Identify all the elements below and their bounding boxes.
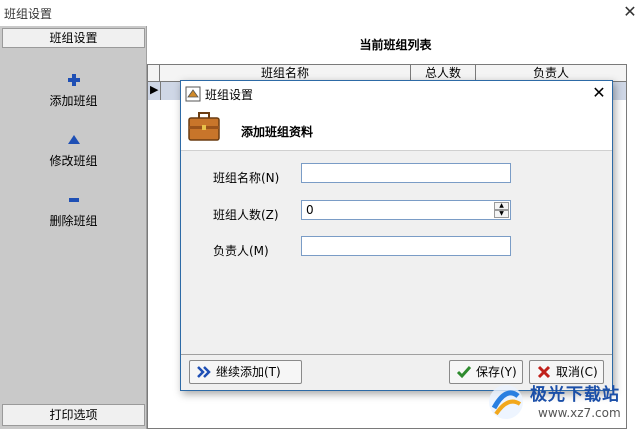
dialog-close-button[interactable]: ✕ [589, 83, 609, 103]
continue-add-label: 继续添加(T) [216, 365, 281, 379]
dialog-header: 添加班组资料 [181, 107, 612, 151]
window-close-button[interactable]: ✕ [620, 2, 640, 22]
dialog-form: 班组名称(N) 班组人数(Z) 0 ▲ ▼ 负责人(M) [181, 151, 612, 355]
group-count-label: 班组人数(Z) [213, 208, 279, 222]
triangle-up-icon [68, 135, 80, 144]
briefcase-icon [188, 112, 220, 141]
group-settings-dialog: 班组设置 ✕ 添加班组资料 班组名称(N) 班组人数(Z) 0 ▲ ▼ 负责人(… [180, 80, 613, 391]
dialog-title-bar: 班组设置 ✕ [181, 81, 612, 107]
grid-corner [148, 65, 160, 82]
group-name-label: 班组名称(N) [213, 171, 280, 185]
delete-group-button[interactable]: 删除班组 [2, 192, 145, 252]
delete-group-label: 删除班组 [49, 214, 98, 228]
row-indicator-icon: ▶ [150, 83, 159, 96]
stepper-down-icon[interactable]: ▼ [494, 210, 509, 218]
double-chevron-right-icon [197, 366, 211, 378]
plus-icon [68, 74, 80, 86]
leader-input[interactable] [301, 236, 511, 256]
group-count-value[interactable]: 0 [306, 203, 314, 217]
continue-add-button[interactable]: 继续添加(T) [189, 360, 302, 384]
watermark-url: www.xz7.com [538, 406, 621, 420]
watermark: 极光下载站 www.xz7.com [480, 376, 644, 429]
add-group-label: 添加班组 [49, 94, 98, 108]
minus-icon [69, 198, 79, 202]
app-icon [185, 86, 201, 102]
edit-group-label: 修改班组 [49, 154, 98, 168]
window-title: 班组设置 [4, 7, 53, 21]
group-count-stepper[interactable]: 0 ▲ ▼ [301, 200, 511, 220]
print-options-button[interactable]: 打印选项 [2, 404, 145, 426]
left-panel-header: 班组设置 [2, 28, 145, 48]
watermark-brand: 极光下载站 [530, 385, 620, 405]
left-panel: 班组设置 添加班组 修改班组 删除班组 打印选项 [0, 26, 147, 429]
window-title-bar: 班组设置 ✕ [0, 0, 644, 26]
edit-group-button[interactable]: 修改班组 [2, 132, 145, 192]
dialog-title: 班组设置 [205, 88, 254, 102]
checkmark-icon [456, 366, 472, 379]
aurora-logo-icon [489, 385, 523, 419]
leader-label: 负责人(M) [213, 244, 269, 258]
add-group-button[interactable]: 添加班组 [2, 72, 145, 132]
dialog-heading: 添加班组资料 [241, 125, 314, 139]
list-title: 当前班组列表 [359, 38, 432, 52]
group-name-input[interactable] [301, 163, 511, 183]
stepper-up-icon[interactable]: ▲ [494, 202, 509, 210]
row-divider [160, 82, 161, 100]
